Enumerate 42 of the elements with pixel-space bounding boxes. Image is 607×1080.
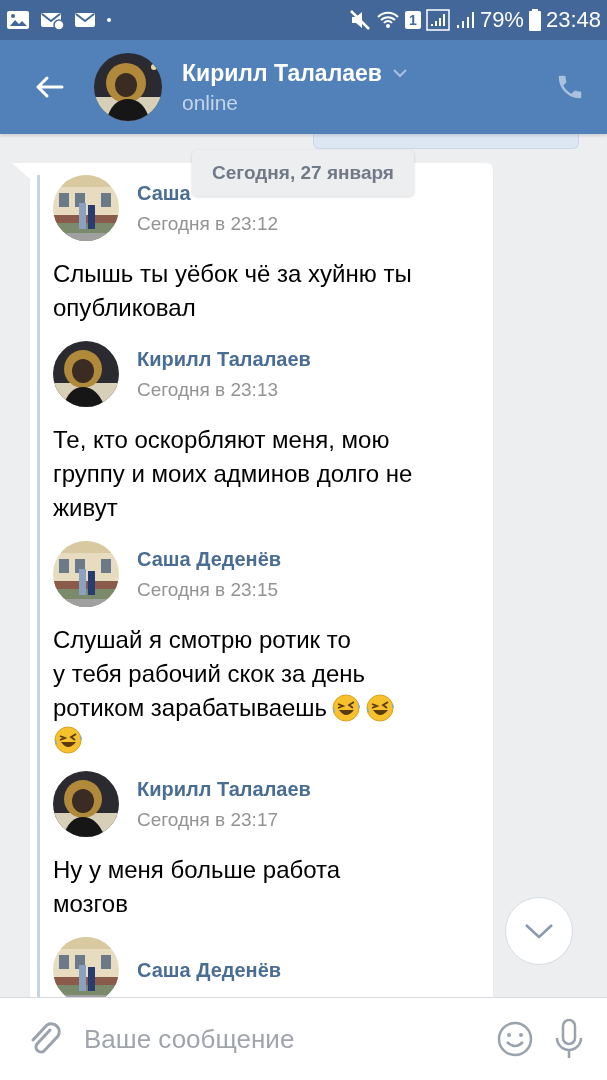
message-text: ротиком зарабатываешь (53, 693, 328, 723)
laughing-emoji-icon (331, 693, 362, 723)
dot-icon (106, 17, 112, 23)
message-text: Слышь ты уёбок чё за хуйню ты (53, 259, 412, 289)
laughing-emoji-icon (365, 693, 396, 723)
mail-badge-icon (40, 10, 64, 30)
image-icon (6, 10, 30, 30)
clock: 23:48 (545, 7, 601, 33)
author-name[interactable]: Саша Деденёв (137, 958, 282, 982)
signal-icon (425, 9, 450, 31)
microphone-icon[interactable] (553, 1018, 585, 1060)
message-text: Ну у меня больше работа (53, 855, 341, 885)
wifi-icon (376, 10, 401, 30)
message-time: Сегодня в 23:17 (137, 808, 278, 831)
author-name[interactable]: Кирилл Талалаев (137, 347, 311, 371)
message-text: Те, кто оскорбляют меня, мою (53, 425, 390, 455)
chevron-down-icon (524, 923, 554, 939)
back-icon[interactable] (34, 75, 64, 99)
author-name[interactable]: Саша Деденёв (137, 547, 282, 571)
online-status: online (182, 90, 240, 115)
laughing-emoji-icon (53, 725, 83, 755)
message-text: мозгов (53, 889, 128, 919)
mail-icon (74, 11, 96, 29)
sim-badge: 1 (405, 11, 421, 29)
author-name[interactable]: Кирилл Талалаев (137, 777, 311, 801)
message-text: опубликовал (53, 293, 196, 323)
message-time: Сегодня в 23:15 (137, 578, 278, 601)
message-time: Сегодня в 23:12 (137, 212, 278, 235)
mute-icon (349, 9, 372, 31)
date-toast: Сегодня, 27 января (192, 150, 414, 196)
smiley-icon[interactable] (497, 1021, 533, 1057)
message-time: Сегодня в 23:13 (137, 378, 278, 401)
chevron-down-icon[interactable] (392, 68, 408, 78)
author-name[interactable]: Саша (137, 181, 191, 205)
message-text: у тебя рабочий скок за день (53, 659, 365, 689)
contact-name[interactable]: Кирилл Талалаев (182, 59, 382, 87)
signal-icon (454, 10, 475, 30)
battery-icon (528, 9, 541, 31)
message-text: группу и моих админов долго не (53, 459, 413, 489)
message-text: живут (53, 493, 118, 523)
message-text: Слушай я смотрю ротик то (53, 625, 351, 655)
battery-percent: 79% (479, 7, 524, 33)
